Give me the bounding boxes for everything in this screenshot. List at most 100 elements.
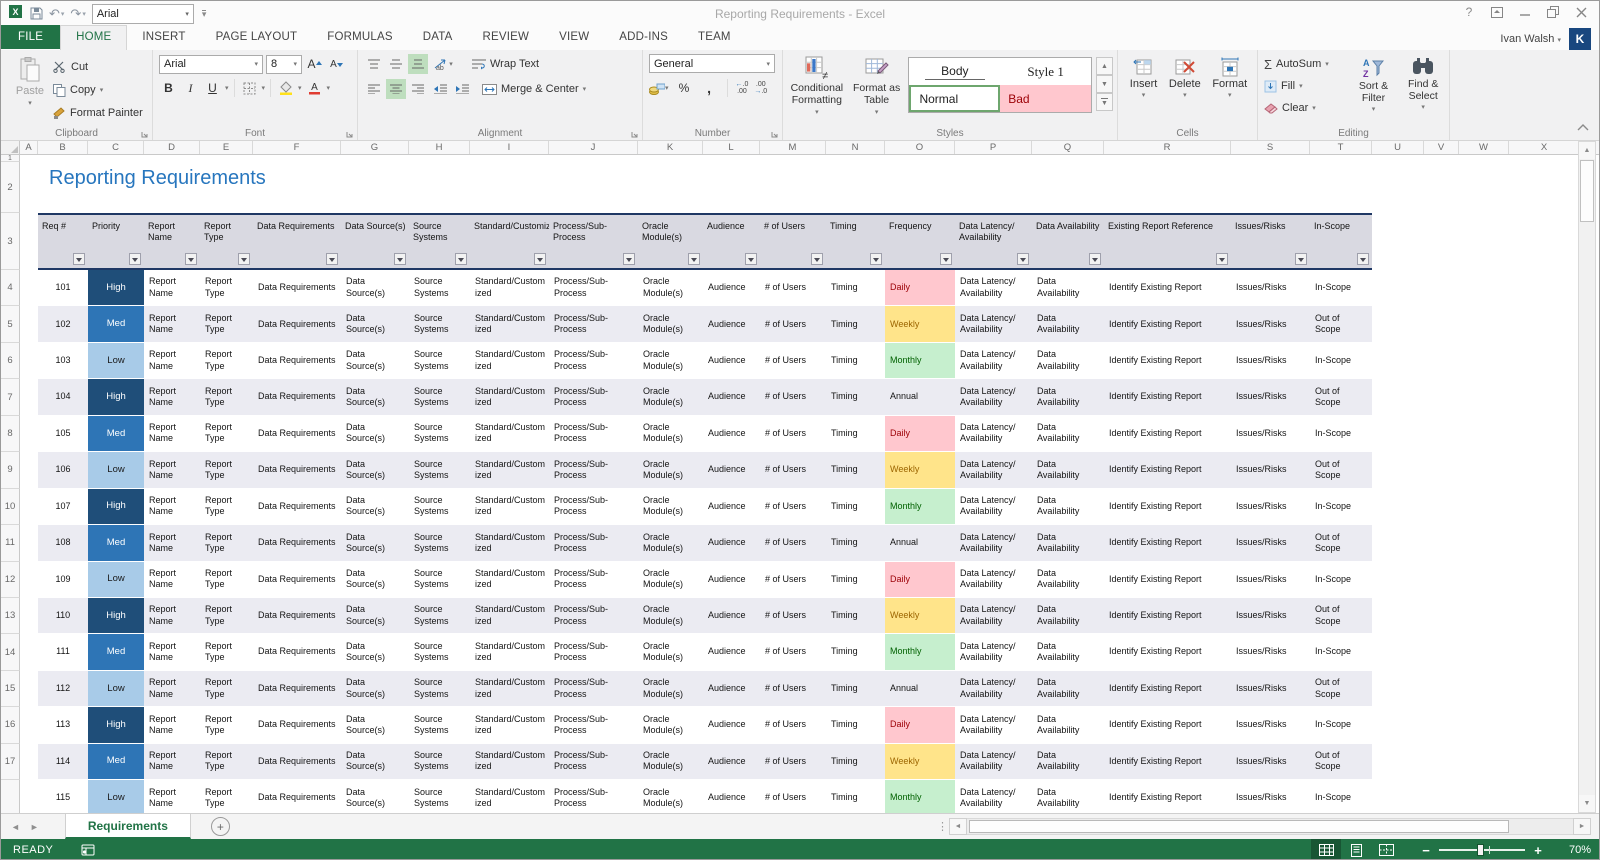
cell-standard_customized[interactable]: Standard/Custom ized xyxy=(470,780,549,813)
cell-scope[interactable]: Out of Scope xyxy=(1310,306,1372,341)
cell-timing[interactable]: Timing xyxy=(826,598,885,633)
cell-users[interactable]: # of Users xyxy=(760,416,826,451)
cell-data_requirements[interactable]: Data Requirements xyxy=(253,416,341,451)
cell-issues[interactable]: Issues/Risks xyxy=(1231,562,1310,597)
cell-issues[interactable]: Issues/Risks xyxy=(1231,416,1310,451)
fill-color-button[interactable] xyxy=(276,78,295,98)
filter-dropdown-button[interactable] xyxy=(394,253,406,265)
cell-data_requirements[interactable]: Data Requirements xyxy=(253,270,341,305)
cell-latency[interactable]: Data Latency/ Availability xyxy=(955,379,1032,414)
sort-filter-button[interactable]: AZ Sort & Filter ▾ xyxy=(1352,54,1396,124)
cell-report_name[interactable]: Report Name xyxy=(144,416,200,451)
cell-oracle_modules[interactable]: Oracle Module(s) xyxy=(638,671,703,706)
cell-users[interactable]: # of Users xyxy=(760,343,826,378)
cell-timing[interactable]: Timing xyxy=(826,707,885,742)
cell-scope[interactable]: In-Scope xyxy=(1310,634,1372,669)
cell-frequency[interactable]: Weekly xyxy=(885,598,955,633)
cell-frequency[interactable]: Daily xyxy=(885,562,955,597)
cell-report_type[interactable]: Report Type xyxy=(200,707,253,742)
cell-issues[interactable]: Issues/Risks xyxy=(1231,707,1310,742)
conditional-formatting-button[interactable]: ≠ Conditional Formatting ▾ xyxy=(789,54,845,124)
cell-frequency[interactable]: Daily xyxy=(885,707,955,742)
row-header-13[interactable]: 13 xyxy=(1,598,20,634)
style-item-body[interactable]: Body xyxy=(909,58,1000,85)
cell-req[interactable]: 102 xyxy=(38,306,88,341)
cell-data_requirements[interactable]: Data Requirements xyxy=(253,379,341,414)
cell-report_type[interactable]: Report Type xyxy=(200,343,253,378)
cell-scope[interactable]: In-Scope xyxy=(1310,270,1372,305)
cell-standard_customized[interactable]: Standard/Custom ized xyxy=(470,306,549,341)
cell-data_requirements[interactable]: Data Requirements xyxy=(253,343,341,378)
cell-issues[interactable]: Issues/Risks xyxy=(1231,452,1310,487)
cell-scope[interactable]: Out of Scope xyxy=(1310,671,1372,706)
align-center-button[interactable] xyxy=(386,79,406,99)
cell-data_requirements[interactable]: Data Requirements xyxy=(253,780,341,813)
cell-frequency[interactable]: Monthly xyxy=(885,634,955,669)
cell-issues[interactable]: Issues/Risks xyxy=(1231,306,1310,341)
increase-font-button[interactable]: A xyxy=(305,54,324,74)
ribbon-tab-formulas[interactable]: FORMULAS xyxy=(312,25,408,49)
filter-dropdown-button[interactable] xyxy=(1295,253,1307,265)
cell-timing[interactable]: Timing xyxy=(826,379,885,414)
row-header-16[interactable]: 16 xyxy=(1,707,20,743)
gallery-down-button[interactable]: ▼ xyxy=(1096,75,1113,93)
cell-source_systems[interactable]: Source Systems xyxy=(409,379,470,414)
column-filter-header-of-users[interactable]: # of Users xyxy=(760,215,826,268)
cell-data_sources[interactable]: Data Source(s) xyxy=(341,562,409,597)
cell-existing[interactable]: Identify Existing Report xyxy=(1104,634,1231,669)
column-filter-header-report-name[interactable]: Report Name xyxy=(144,215,200,268)
cell-source_systems[interactable]: Source Systems xyxy=(409,780,470,813)
cell-latency[interactable]: Data Latency/ Availability xyxy=(955,744,1032,779)
comma-style-button[interactable]: , xyxy=(700,78,719,98)
filter-dropdown-button[interactable] xyxy=(870,253,882,265)
cell-oracle_modules[interactable]: Oracle Module(s) xyxy=(638,780,703,813)
cell-frequency[interactable]: Annual xyxy=(885,525,955,560)
cell-data_sources[interactable]: Data Source(s) xyxy=(341,270,409,305)
chevron-down-icon[interactable]: ▾ xyxy=(225,84,229,92)
cell-req[interactable]: 115 xyxy=(38,780,88,813)
cell-report_name[interactable]: Report Name xyxy=(144,525,200,560)
align-left-button[interactable] xyxy=(364,79,384,99)
cell-users[interactable]: # of Users xyxy=(760,489,826,524)
cell-req[interactable]: 112 xyxy=(38,671,88,706)
font-size-combobox[interactable]: 8▾ xyxy=(266,55,302,74)
cell-priority[interactable]: Med xyxy=(88,744,144,779)
cell-existing[interactable]: Identify Existing Report xyxy=(1104,270,1231,305)
cell-priority[interactable]: Low xyxy=(88,452,144,487)
cell-timing[interactable]: Timing xyxy=(826,270,885,305)
column-header-p[interactable]: P xyxy=(955,141,1032,154)
borders-button[interactable] xyxy=(240,78,259,98)
redo-button[interactable]: ↷▾ xyxy=(70,6,85,22)
cell-scope[interactable]: Out of Scope xyxy=(1310,598,1372,633)
increase-decimal-button[interactable]: ←.0.00 xyxy=(736,81,749,95)
cell-issues[interactable]: Issues/Risks xyxy=(1231,744,1310,779)
cell-priority[interactable]: Med xyxy=(88,416,144,451)
cell-report_type[interactable]: Report Type xyxy=(200,379,253,414)
cell-users[interactable]: # of Users xyxy=(760,562,826,597)
row-header-2[interactable]: 2 xyxy=(1,162,20,213)
gallery-up-button[interactable]: ▲ xyxy=(1096,57,1113,75)
percent-style-button[interactable]: % xyxy=(675,78,694,98)
increase-indent-button[interactable] xyxy=(452,79,472,99)
collapse-ribbon-button[interactable] xyxy=(1577,118,1589,136)
cell-users[interactable]: # of Users xyxy=(760,379,826,414)
number-dialog-launcher[interactable] xyxy=(770,127,780,137)
cell-oracle_modules[interactable]: Oracle Module(s) xyxy=(638,306,703,341)
zoom-slider-thumb[interactable] xyxy=(1477,844,1484,856)
cell-latency[interactable]: Data Latency/ Availability xyxy=(955,562,1032,597)
cell-existing[interactable]: Identify Existing Report xyxy=(1104,489,1231,524)
cell-process[interactable]: Process/Sub-Process xyxy=(549,744,638,779)
cell-frequency[interactable]: Weekly xyxy=(885,452,955,487)
filter-dropdown-button[interactable] xyxy=(185,253,197,265)
cell-latency[interactable]: Data Latency/ Availability xyxy=(955,707,1032,742)
ribbon-tab-file[interactable]: FILE xyxy=(1,25,60,49)
cell-frequency[interactable]: Monthly xyxy=(885,489,955,524)
cell-issues[interactable]: Issues/Risks xyxy=(1231,525,1310,560)
column-header-r[interactable]: R xyxy=(1104,141,1231,154)
cell-audience[interactable]: Audience xyxy=(703,707,760,742)
cell-users[interactable]: # of Users xyxy=(760,306,826,341)
cell-req[interactable]: 101 xyxy=(38,270,88,305)
qat-font-box[interactable]: Arial ▾ xyxy=(92,4,194,24)
ribbon-tab-view[interactable]: VIEW xyxy=(544,25,604,49)
cell-priority[interactable]: High xyxy=(88,489,144,524)
